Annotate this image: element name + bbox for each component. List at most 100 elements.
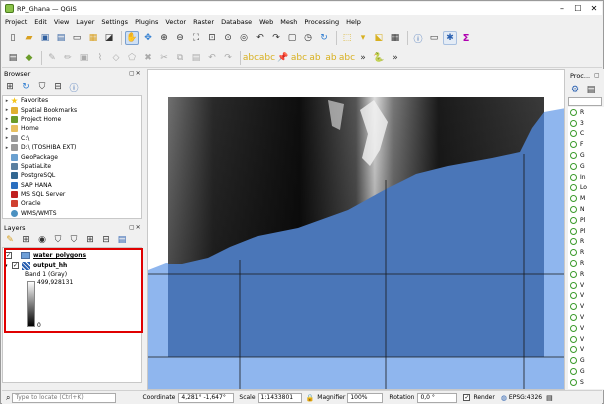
save-edits-icon[interactable]: ▣ [77,51,91,65]
open-layer-styling-icon[interactable]: ✎ [3,233,17,247]
browser-item-project-home[interactable]: ▸ Project Home [3,115,141,124]
map-canvas[interactable] [147,69,565,390]
coordinate-field[interactable]: 4,281° -1,647° [178,392,235,403]
new-project-icon[interactable]: ▯ [6,31,20,45]
processing-item[interactable]: S [568,377,604,388]
browser-panel-controls[interactable]: ▢✕ [129,70,142,77]
zoom-last-icon[interactable]: ↶ [253,31,267,45]
processing-item[interactable]: In [568,172,604,183]
menu-view[interactable]: View [54,18,69,26]
processing-item[interactable]: R [568,247,604,258]
processing-item[interactable]: G [568,355,604,366]
pan-to-selection-icon[interactable]: ✥ [141,31,155,45]
processing-item[interactable]: C [568,129,604,140]
browser-item-wms[interactable]: WMS/WMTS [3,209,141,218]
zoom-layer-icon[interactable]: ⊙ [221,31,235,45]
menu-project[interactable]: Project [5,18,27,26]
add-selected-icon[interactable]: ⊞ [3,80,17,94]
browser-item-oracle[interactable]: Oracle [3,199,141,208]
remove-layer-icon[interactable]: ▤ [115,233,129,247]
browser-item-sap-hana[interactable]: SAP HANA [3,181,141,190]
open-attribute-table-icon[interactable]: ▦ [388,31,402,45]
redo-icon[interactable]: ↷ [221,51,235,65]
menu-layer[interactable]: Layer [76,18,94,26]
processing-item[interactable]: R [568,237,604,248]
close-icon[interactable]: ✕ [586,2,602,15]
processing-item[interactable]: M [568,193,604,204]
layers-filter-icon[interactable]: ⛉ [51,233,65,247]
menu-web[interactable]: Web [259,18,273,26]
browser-item-home[interactable]: ▸ Home [3,124,141,133]
processing-item[interactable]: V [568,312,604,323]
style-manager-icon[interactable]: ◪ [102,31,116,45]
open-project-icon[interactable]: ▰ [22,31,36,45]
show-labels-icon[interactable]: abc [291,51,307,65]
processing-item[interactable]: V [568,345,604,356]
processing-item[interactable]: F [568,139,604,150]
processing-item[interactable]: V [568,323,604,334]
change-label-icon[interactable]: abc [339,51,355,65]
zoom-in-icon[interactable]: ⊕ [157,31,171,45]
data-source-manager-icon[interactable]: ▤ [6,51,20,65]
maximize-icon[interactable]: ☐ [570,2,586,15]
browser-item-mssql[interactable]: MS SQL Server [3,190,141,199]
processing-item[interactable]: V [568,334,604,345]
collapse-all-layers-icon[interactable]: ⊟ [99,233,113,247]
select-features-icon[interactable]: ⬚ [340,31,354,45]
menu-plugins[interactable]: Plugins [135,18,158,26]
select-by-value-icon[interactable]: ⬕ [372,31,386,45]
lock-icon[interactable]: 🔒 [306,394,315,402]
toolbar-overflow-2-icon[interactable]: » [388,51,402,65]
new-map-view-icon[interactable]: ▢ [285,31,299,45]
processing-item[interactable]: Lo [568,183,604,194]
menu-raster[interactable]: Raster [193,18,214,26]
identify-icon[interactable]: ⓘ [411,31,425,45]
menu-mesh[interactable]: Mesh [280,18,297,26]
menu-settings[interactable]: Settings [101,18,128,26]
scale-field[interactable]: 1:1433801 [257,392,302,403]
processing-item[interactable]: R [568,269,604,280]
zoom-next-icon[interactable]: ↷ [269,31,283,45]
pan-icon[interactable]: ✋ [125,31,139,45]
toggle-editing-icon[interactable]: ✏ [61,51,75,65]
processing-panel-controls[interactable]: ▢ [594,72,601,79]
deselect-icon[interactable]: ▾ [356,31,370,45]
settings-icon[interactable]: ✱ [443,31,457,45]
zoom-selection-icon[interactable]: ⊡ [205,31,219,45]
add-group-icon[interactable]: ⊞ [19,233,33,247]
browser-help-icon[interactable]: ⓘ [67,80,81,94]
python-console-icon[interactable]: 🐍 [372,51,386,65]
move-label-icon[interactable]: ab [308,51,322,65]
processing-settings-icon[interactable]: ⚙ [568,83,582,97]
messages-icon[interactable]: ▤ [546,394,553,402]
manage-themes-icon[interactable]: ◉ [35,233,49,247]
zoom-native-icon[interactable]: ◎ [237,31,251,45]
rotate-label-icon[interactable]: ab [324,51,338,65]
crs-label[interactable]: EPSG:4326 [509,394,542,401]
add-feature-icon[interactable]: ◇ [109,51,123,65]
crs-globe-icon[interactable]: ◍ [501,394,507,402]
browser-item-geopackage[interactable]: GeoPackage [3,152,141,161]
processing-history-icon[interactable]: ▤ [584,83,598,97]
delete-selected-icon[interactable]: ✖ [141,51,155,65]
measure-icon[interactable]: ▭ [427,31,441,45]
minimize-icon[interactable]: – [554,2,570,15]
digitize-icon[interactable]: ⌇ [93,51,107,65]
zoom-out-icon[interactable]: ⊖ [173,31,187,45]
collapse-all-icon[interactable]: ⊟ [51,80,65,94]
browser-item-favorites[interactable]: ▸ Favorites [3,96,141,105]
vertex-tool-icon[interactable]: ⬠ [125,51,139,65]
browser-item-postgresql[interactable]: PostgreSQL [3,171,141,180]
save-project-icon[interactable]: ▣ [38,31,52,45]
save-as-icon[interactable]: ▤ [54,31,68,45]
processing-item[interactable]: G [568,366,604,377]
print-layout-icon[interactable]: ▭ [70,31,84,45]
expand-all-icon[interactable]: ⊞ [83,233,97,247]
processing-item[interactable]: Pl [568,215,604,226]
browser-filter-icon[interactable]: ⛉ [35,80,49,94]
processing-item[interactable]: N [568,204,604,215]
pin-labels-icon[interactable]: 📌 [276,51,290,65]
browser-refresh-icon[interactable]: ↻ [19,80,33,94]
rotation-field[interactable]: 0,0 ° [417,392,458,403]
browser-item-spatialite[interactable]: SpatiaLite [3,162,141,171]
